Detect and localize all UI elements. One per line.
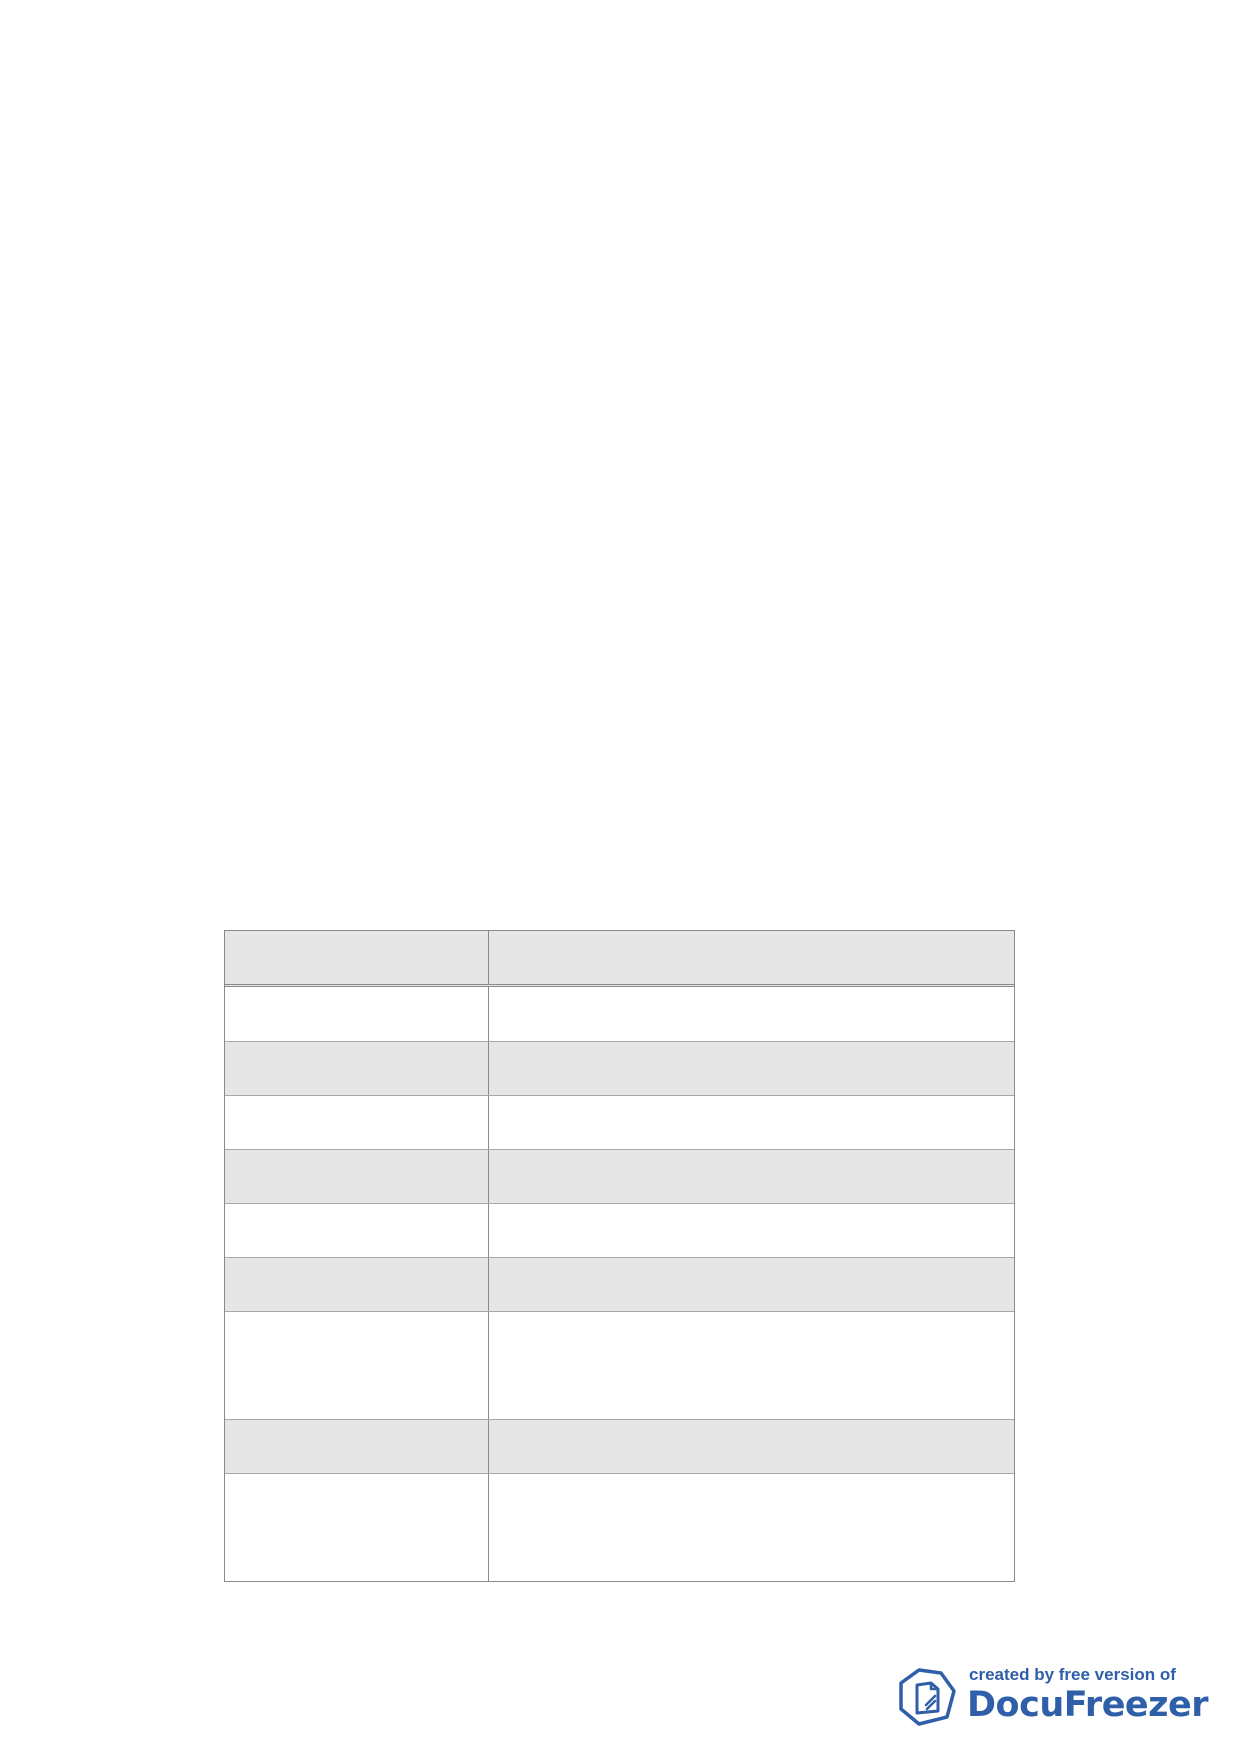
table-cell <box>489 1312 1014 1419</box>
header-cell <box>489 931 1014 984</box>
header-cell <box>225 931 489 984</box>
docufreezer-watermark: created by free version of DocuFreezer <box>897 1665 1212 1729</box>
table-cell <box>225 1312 489 1419</box>
table-cell <box>225 1042 489 1095</box>
table-row <box>225 1419 1014 1473</box>
watermark-brand: DocuFreezer <box>967 1685 1209 1725</box>
table-cell <box>489 1096 1014 1149</box>
table-cell <box>489 1042 1014 1095</box>
table-cell <box>225 987 489 1041</box>
table-cell <box>225 1204 489 1257</box>
table-cell <box>225 1150 489 1203</box>
table-row <box>225 1473 1014 1581</box>
table-row <box>225 1257 1014 1311</box>
table-row <box>225 1149 1014 1203</box>
table-cell <box>489 987 1014 1041</box>
table-cell <box>489 1474 1014 1581</box>
watermark-caption: created by free version of <box>969 1665 1176 1684</box>
docufreezer-logo-icon <box>899 1668 956 1726</box>
table-cell <box>225 1258 489 1311</box>
table-cell <box>225 1420 489 1473</box>
table-cell <box>489 1258 1014 1311</box>
table-cell <box>489 1150 1014 1203</box>
table-cell <box>225 1474 489 1581</box>
table-row <box>225 1203 1014 1257</box>
table-header-row <box>225 931 1014 987</box>
table-cell <box>489 1420 1014 1473</box>
table-row <box>225 1095 1014 1149</box>
table-cell <box>489 1204 1014 1257</box>
document-page: created by free version of DocuFreezer <box>0 0 1240 1754</box>
data-table <box>224 930 1015 1582</box>
table-row <box>225 1311 1014 1419</box>
table-row <box>225 987 1014 1041</box>
table-cell <box>225 1096 489 1149</box>
table-row <box>225 1041 1014 1095</box>
